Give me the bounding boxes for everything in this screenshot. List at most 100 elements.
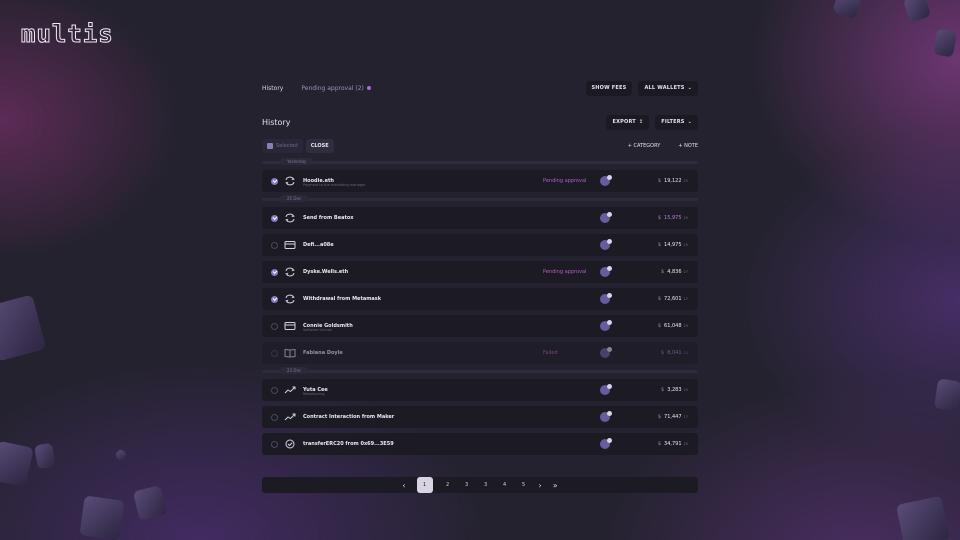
wallet-avatar-icon	[600, 293, 612, 304]
row-checkbox[interactable]	[271, 386, 278, 394]
export-icon: ⇪	[638, 119, 644, 125]
page-button[interactable]: 3	[482, 482, 490, 488]
check-circle-icon	[284, 439, 296, 449]
wallet-avatar-icon	[600, 384, 612, 395]
transaction-title: Send from Beatox	[303, 215, 354, 221]
currency-symbol: $	[657, 215, 662, 221]
wallet-avatar-icon	[600, 212, 612, 223]
selected-toggle[interactable]: Selected	[262, 139, 303, 153]
trend-icon	[284, 412, 296, 422]
transaction-title: Fabiana Doyle	[303, 350, 343, 356]
transaction-amount: $72,601 17	[658, 296, 688, 302]
amount-value: 71,447	[664, 414, 682, 420]
pagination: ‹ 1 2 3 3 4 5 › »	[262, 477, 698, 493]
amount-unit: 25	[683, 324, 688, 328]
transaction-amount: $19,122 25	[658, 178, 688, 184]
all-wallets-button[interactable]: ALL WALLETS ⌄	[638, 80, 698, 96]
chevron-down-icon: ⌄	[687, 85, 692, 91]
row-checkbox[interactable]	[271, 322, 278, 330]
transaction-amount: $4,836 27	[661, 269, 688, 275]
add-note-button[interactable]: + NOTE	[678, 143, 698, 149]
filters-label: FILTERS	[661, 119, 685, 125]
row-checkbox[interactable]	[271, 241, 278, 249]
transaction-row[interactable]: Hoodie.eth Payment to the marketing manag…	[262, 170, 698, 192]
amount-value: 34,791	[664, 441, 682, 447]
amount-unit: 27	[683, 270, 688, 274]
currency-symbol: $	[657, 178, 662, 184]
all-wallets-label: ALL WALLETS	[644, 85, 685, 91]
decorative-cube	[34, 442, 56, 470]
status-label: Pending approval	[543, 178, 587, 184]
date-separator: 23 Dec	[262, 367, 698, 374]
transaction-row[interactable]: Send from Beatox $15,975 25	[262, 207, 698, 229]
card-icon	[284, 240, 296, 250]
page-button[interactable]: 3	[463, 482, 471, 488]
show-fees-button[interactable]: SHOW FEES	[585, 80, 633, 96]
row-checkbox[interactable]	[271, 440, 278, 448]
decorative-cube	[934, 378, 960, 412]
row-checkbox[interactable]	[271, 177, 278, 185]
row-checkbox[interactable]	[271, 268, 278, 276]
transaction-row[interactable]: Connie Goldsmith Software license $61,048 2…	[262, 315, 698, 337]
amount-unit: 25	[683, 351, 688, 355]
close-button[interactable]: CLOSE	[305, 139, 334, 153]
tab-pending-approval[interactable]: Pending approval (2)	[301, 85, 371, 92]
amount-value: 15,975	[664, 215, 682, 221]
transaction-amount: $34,791 25	[658, 441, 688, 447]
page-button[interactable]: 1	[416, 477, 433, 493]
top-bar: History Pending approval (2) SHOW FEES A…	[262, 78, 698, 98]
currency-symbol: $	[661, 350, 665, 356]
page-button[interactable]: 2	[444, 482, 452, 488]
decorative-cube	[114, 448, 128, 462]
transaction-row[interactable]: Fabiana Doyle Failed $8,041 25	[262, 342, 698, 364]
transaction-amount: $15,975 25	[658, 215, 688, 221]
transaction-title: Contract Interaction from Maker	[303, 414, 395, 420]
pending-approval-label: Pending approval (2)	[301, 84, 364, 92]
amount-value: 4,836	[667, 269, 682, 275]
amount-value: 3,283	[667, 387, 682, 393]
transaction-amount: $71,447 17	[658, 414, 688, 420]
transaction-row[interactable]: Withdrawal from Metamask $72,601 17	[262, 288, 698, 310]
decorative-cube	[932, 28, 958, 58]
wallet-avatar-icon	[600, 239, 612, 250]
transaction-row[interactable]: Dyske.Wells.eth Pending approval $4,836 27	[262, 261, 698, 283]
prev-page-icon[interactable]: ‹	[402, 481, 405, 490]
transaction-title: transferERC20 from 0x69...3E59	[303, 441, 394, 447]
transaction-row[interactable]: Defi...a08e $14,975 25	[262, 234, 698, 256]
last-page-icon[interactable]: »	[553, 481, 558, 490]
add-category-button[interactable]: + CATEGORY	[628, 143, 661, 149]
amount-value: 19,122	[664, 178, 682, 184]
amount-unit: 17	[683, 297, 688, 301]
decorative-cube	[79, 495, 125, 540]
amount-value: 8,041	[667, 350, 682, 356]
row-checkbox[interactable]	[271, 295, 278, 303]
decorative-cube	[831, 0, 863, 20]
row-checkbox[interactable]	[271, 214, 278, 222]
wallet-avatar-icon	[600, 175, 612, 186]
transaction-note: Rebalancing	[303, 392, 325, 396]
page-button[interactable]: 5	[520, 482, 528, 488]
amount-unit: 25	[683, 442, 688, 446]
bulk-actions-bar: Selected CLOSE + CATEGORY + NOTE	[262, 137, 698, 155]
row-checkbox[interactable]	[271, 413, 278, 421]
amount-unit: 25	[683, 388, 688, 392]
next-page-icon[interactable]: ›	[539, 481, 542, 490]
transaction-row[interactable]: Contract Interaction from Maker $71,447 17	[262, 406, 698, 428]
selected-checkbox-icon	[267, 143, 273, 149]
transaction-row[interactable]: Yuta Cee Rebalancing $3,283 25	[262, 379, 698, 401]
card-icon	[284, 321, 296, 331]
export-button[interactable]: EXPORT ⇪	[606, 114, 650, 130]
export-label: EXPORT	[612, 119, 636, 125]
selected-label: Selected	[276, 143, 298, 149]
filters-button[interactable]: FILTERS ⌄	[655, 114, 698, 130]
date-separator-line	[262, 161, 698, 164]
date-label: 25 Dec	[280, 195, 309, 202]
decorative-cube	[0, 294, 47, 362]
tab-history[interactable]: History	[262, 85, 283, 92]
swap-icon	[284, 267, 296, 277]
row-checkbox[interactable]	[271, 349, 278, 357]
wallet-avatar-icon	[600, 411, 612, 422]
page-button[interactable]: 4	[501, 482, 509, 488]
currency-symbol: $	[661, 387, 665, 393]
transaction-row[interactable]: transferERC20 from 0x69...3E59 $34,791 25	[262, 433, 698, 455]
